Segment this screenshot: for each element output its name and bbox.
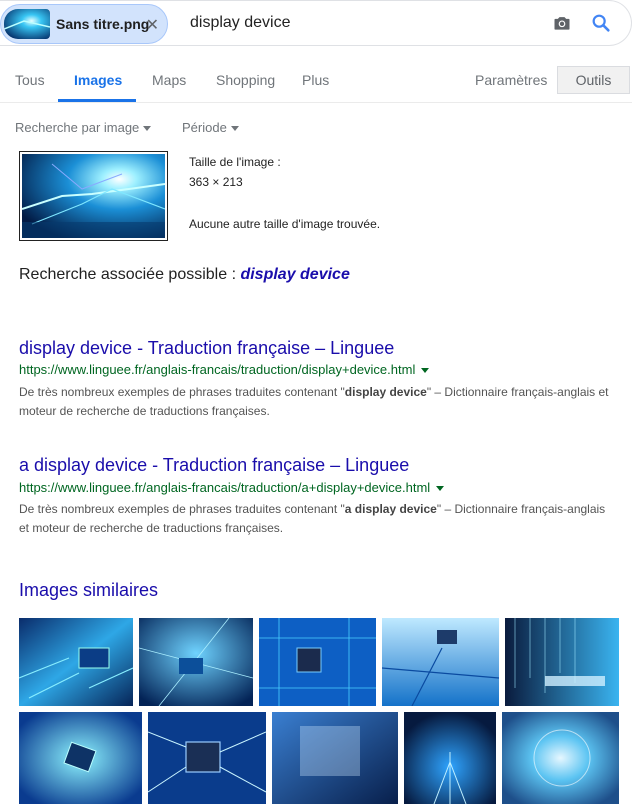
chevron-down-icon	[143, 126, 152, 132]
close-icon[interactable]: ✕	[146, 15, 159, 35]
result-snippet: De très nombreux exemples de phrases tra…	[19, 383, 614, 421]
query-image[interactable]	[19, 151, 168, 241]
result-snippet: De très nombreux exemples de phrases tra…	[19, 500, 614, 538]
query-image-thumbnail	[4, 9, 50, 39]
related-search-link[interactable]: display device	[240, 266, 349, 283]
settings-link[interactable]: Paramètres	[475, 72, 547, 88]
result-url-text: https://www.linguee.fr/anglais-francais/…	[19, 362, 416, 377]
image-query-chip[interactable]: Sans titre.png ✕	[0, 4, 168, 44]
result-url-text: https://www.linguee.fr/anglais-francais/…	[19, 480, 431, 495]
no-other-sizes-text: Aucune autre taille d'image trouvée.	[189, 217, 381, 231]
similar-image[interactable]	[259, 618, 376, 706]
search-input[interactable]: display device	[190, 14, 291, 32]
search-icon[interactable]	[590, 12, 612, 34]
period-label: Période	[182, 120, 227, 135]
similar-image[interactable]	[272, 712, 398, 804]
tab-more[interactable]: Plus	[302, 72, 329, 88]
tab-images[interactable]: Images	[74, 72, 122, 88]
tab-bar: Tous Images Maps Shopping Plus Paramètre…	[0, 60, 632, 103]
tools-button[interactable]: Outils	[557, 66, 630, 94]
tools-label: Outils	[575, 72, 612, 88]
search-bar: Sans titre.png ✕ display device	[0, 0, 632, 46]
result-url[interactable]: https://www.linguee.fr/anglais-francais/…	[19, 480, 445, 495]
similar-image[interactable]	[139, 618, 253, 706]
tab-shopping[interactable]: Shopping	[216, 72, 275, 88]
image-size-label: Taille de l'image :	[189, 155, 281, 169]
result-title[interactable]: display device - Traduction française – …	[19, 338, 394, 359]
snippet-highlight: display device	[344, 385, 427, 399]
result-url[interactable]: https://www.linguee.fr/anglais-francais/…	[19, 362, 430, 377]
similar-image[interactable]	[404, 712, 496, 804]
chevron-down-icon	[230, 126, 239, 132]
search-by-image-label: Recherche par image	[15, 120, 140, 135]
search-by-image-dropdown[interactable]: Recherche par image	[15, 120, 152, 135]
chip-filename: Sans titre.png	[56, 16, 150, 32]
snippet-highlight: a display device	[344, 502, 437, 516]
similar-image[interactable]	[382, 618, 499, 706]
active-tab-indicator	[58, 99, 136, 102]
result-title[interactable]: a display device - Traduction française …	[19, 455, 409, 476]
similar-images-heading[interactable]: Images similaires	[19, 580, 158, 601]
related-search-prefix: Recherche associée possible :	[19, 266, 241, 283]
related-search: Recherche associée possible : display de…	[19, 266, 350, 284]
image-size-value: 363 × 213	[189, 175, 243, 189]
chevron-down-icon[interactable]	[436, 486, 445, 492]
camera-icon[interactable]	[552, 13, 572, 33]
similar-image[interactable]	[505, 618, 619, 706]
similar-image[interactable]	[19, 618, 133, 706]
snippet-text: De très nombreux exemples de phrases tra…	[19, 385, 345, 399]
similar-image[interactable]	[19, 712, 142, 804]
period-dropdown[interactable]: Période	[182, 120, 239, 135]
similar-image[interactable]	[502, 712, 619, 804]
chevron-down-icon[interactable]	[421, 368, 430, 374]
tab-all[interactable]: Tous	[15, 72, 45, 88]
snippet-text: De très nombreux exemples de phrases tra…	[19, 502, 345, 516]
tab-maps[interactable]: Maps	[152, 72, 186, 88]
similar-image[interactable]	[148, 712, 266, 804]
